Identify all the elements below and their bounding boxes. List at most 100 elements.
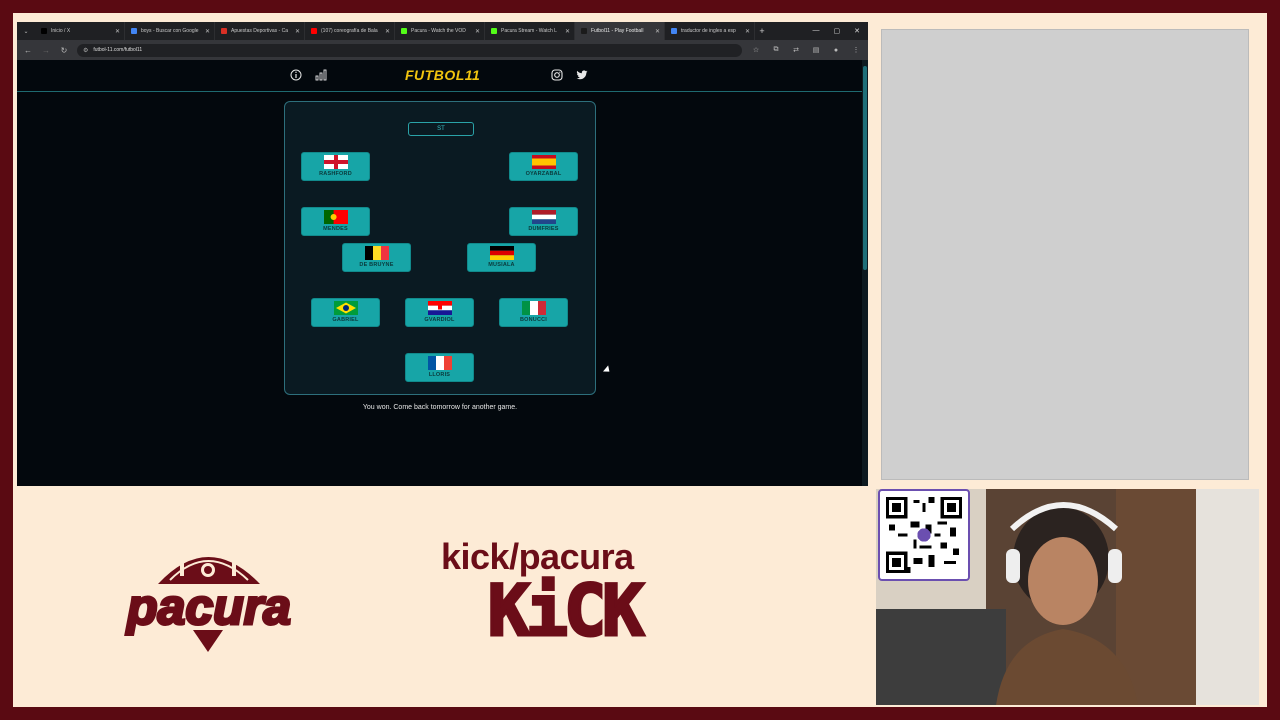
- france-flag-icon: [427, 356, 452, 370]
- player-name: DE BRUYNE: [359, 262, 394, 268]
- result-message: You won. Come back tomorrow for another …: [362, 404, 518, 411]
- browser-tab[interactable]: Apuestas Deportivas - Ca ✕: [215, 22, 305, 40]
- tab-close-icon[interactable]: ✕: [385, 28, 390, 35]
- browser-tab[interactable]: traductor de ingles a esp ✕: [665, 22, 755, 40]
- new-tab-button[interactable]: +: [755, 26, 769, 36]
- empty-striker-slot[interactable]: ST: [408, 122, 474, 136]
- kick-logo: KiCK: [462, 569, 667, 654]
- netherlands-flag-icon: [531, 210, 556, 224]
- tab-close-icon[interactable]: ✕: [655, 28, 660, 35]
- profile-icon[interactable]: ●: [830, 47, 842, 54]
- forward-icon[interactable]: →: [41, 46, 51, 55]
- tab-title: (107) coreografía de Bala: [321, 28, 378, 34]
- back-icon[interactable]: ←: [23, 46, 33, 55]
- close-window-icon[interactable]: ✕: [854, 27, 860, 35]
- sidepanel-icon[interactable]: ▤: [810, 46, 822, 54]
- player-name: LLORIS: [428, 372, 451, 378]
- pacura-wordmark: pacura: [125, 579, 291, 635]
- address-bar-row: ← → ↻ ⚙ futbol-11.com/futbol11 ☆ ⧉ ⇄ ▤ ●…: [17, 40, 868, 60]
- mouse-cursor-icon: [603, 365, 612, 375]
- player-card[interactable]: LLORIS: [405, 353, 474, 382]
- url-text: futbol-11.com/futbol11: [93, 47, 143, 53]
- translate-icon[interactable]: ⇄: [790, 46, 802, 54]
- player-name: BONUCCI: [519, 317, 548, 323]
- player-card[interactable]: MUSIALA: [467, 243, 536, 272]
- tab-close-icon[interactable]: ✕: [565, 28, 570, 35]
- tab-close-icon[interactable]: ✕: [475, 28, 480, 35]
- kick-handle-text: kick/pacura: [441, 536, 634, 577]
- browser-tab[interactable]: Pacura Stream - Watch L ✕: [485, 22, 575, 40]
- twitter-icon[interactable]: [576, 69, 588, 81]
- menu-icon[interactable]: ⋮: [850, 46, 862, 54]
- spain-flag-icon: [531, 155, 556, 169]
- pacura-logo: pacura: [118, 536, 300, 656]
- window-controls: — ▢ ✕: [813, 27, 869, 35]
- tab-favicon-icon: [131, 28, 137, 34]
- player-card[interactable]: MENDES: [301, 207, 370, 236]
- scrollbar-thumb[interactable]: [863, 66, 867, 270]
- brazil-flag-icon: [333, 301, 358, 315]
- belgium-flag-icon: [364, 246, 389, 260]
- player-card[interactable]: DE BRUYNE: [342, 243, 411, 272]
- browser-tab[interactable]: Pacura - Watch the VOD ✕: [395, 22, 485, 40]
- site-info-icon[interactable]: ⚙: [83, 47, 88, 54]
- player-card[interactable]: GVARDIOL: [405, 298, 474, 327]
- qr-code[interactable]: [878, 489, 970, 581]
- player-card[interactable]: RASHFORD: [301, 152, 370, 181]
- tab-favicon-icon: [221, 28, 227, 34]
- portugal-flag-icon: [323, 210, 348, 224]
- tab-title: Futbol11 - Play Football: [591, 28, 644, 34]
- england-flag-icon: [323, 155, 348, 169]
- futbol11-logo[interactable]: FUTBOL11: [405, 67, 480, 83]
- tab-title: boys - Buscar con Google: [141, 28, 199, 34]
- reload-icon[interactable]: ↻: [59, 46, 69, 55]
- browser-tab[interactable]: Inicio / X ✕: [35, 22, 125, 40]
- tab-favicon-icon: [491, 28, 497, 34]
- formation-pitch: ST RASHFORD OYARZABAL MENDES DUMFRIES DE BRU…: [284, 101, 596, 395]
- info-icon[interactable]: [290, 69, 302, 81]
- player-card[interactable]: GABRIEL: [311, 298, 380, 327]
- italy-flag-icon: [521, 301, 546, 315]
- tab-favicon-icon: [401, 28, 407, 34]
- tab-favicon-icon: [311, 28, 317, 34]
- minimize-icon[interactable]: —: [813, 27, 820, 35]
- player-card[interactable]: DUMFRIES: [509, 207, 578, 236]
- tab-close-icon[interactable]: ✕: [205, 28, 210, 35]
- tab-favicon-icon: [671, 28, 677, 34]
- croatia-flag-icon: [427, 301, 452, 315]
- browser-tab[interactable]: (107) coreografía de Bala ✕: [305, 22, 395, 40]
- site-header: FUTBOL11: [17, 60, 862, 92]
- browser-tab[interactable]: Futbol11 - Play Football ✕: [575, 22, 665, 40]
- tab-strip: ⌄ Inicio / X ✕ boys - Buscar con Google ✕ Ap…: [17, 22, 868, 40]
- player-name: GVARDIOL: [424, 317, 455, 323]
- blank-capture-area: [881, 29, 1249, 480]
- player-name: MENDES: [323, 226, 348, 232]
- player-name: GABRIEL: [332, 317, 359, 323]
- tab-search-icon[interactable]: ⌄: [17, 22, 35, 40]
- bookmark-star-icon[interactable]: ☆: [750, 46, 762, 54]
- player-name: OYARZABAL: [525, 171, 562, 177]
- stats-icon[interactable]: [315, 69, 327, 81]
- extensions-icon[interactable]: ⧉: [770, 46, 782, 54]
- tab-close-icon[interactable]: ✕: [295, 28, 300, 35]
- tab-title: Pacura Stream - Watch L: [501, 28, 557, 34]
- tab-close-icon[interactable]: ✕: [745, 28, 750, 35]
- browser-window: ⌄ Inicio / X ✕ boys - Buscar con Google ✕ Ap…: [17, 22, 868, 486]
- tab-title: traductor de ingles a esp: [681, 28, 736, 34]
- player-card[interactable]: OYARZABAL: [509, 152, 578, 181]
- tab-title: Apuestas Deportivas - Ca: [231, 28, 288, 34]
- url-field[interactable]: ⚙ futbol-11.com/futbol11: [77, 43, 742, 57]
- kick-logo-text: KiCK: [488, 575, 644, 645]
- tab-close-icon[interactable]: ✕: [115, 28, 120, 35]
- instagram-icon[interactable]: [551, 69, 563, 81]
- tab-title: Pacura - Watch the VOD: [411, 28, 466, 34]
- maximize-icon[interactable]: ▢: [834, 27, 841, 35]
- tab-favicon-icon: [581, 28, 587, 34]
- player-name: MUSIALA: [488, 262, 515, 268]
- scrollbar[interactable]: [862, 60, 868, 486]
- futbol11-page: FUTBOL11 ST RASHFORD OYARZABAL MENDES DUMFR…: [17, 60, 862, 486]
- player-card[interactable]: BONUCCI: [499, 298, 568, 327]
- germany-flag-icon: [489, 246, 514, 260]
- player-name: RASHFORD: [319, 171, 352, 177]
- browser-tab[interactable]: boys - Buscar con Google ✕: [125, 22, 215, 40]
